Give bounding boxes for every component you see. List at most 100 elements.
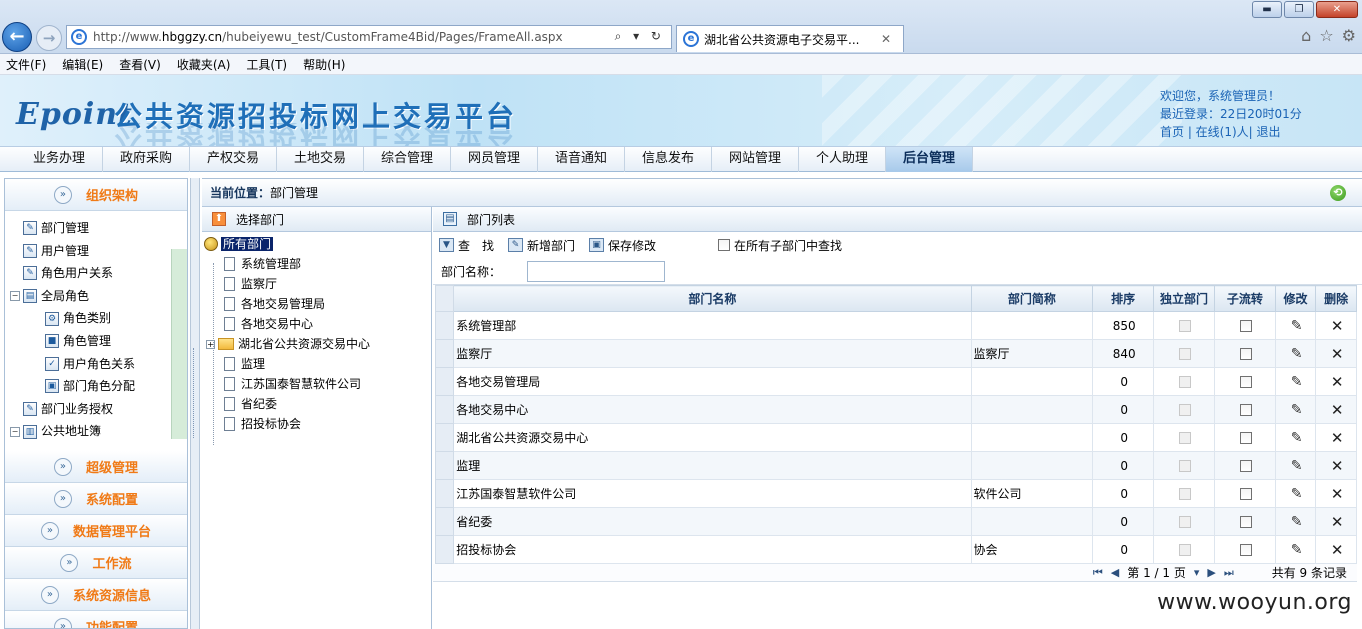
dept-tree-node[interactable]: 系统管理部 [202, 254, 431, 274]
dept-tree-root[interactable]: 所有部门 [202, 234, 431, 254]
dept-tree-node[interactable]: 监察厅 [202, 274, 431, 294]
delete-icon[interactable]: ✕ [1331, 541, 1344, 559]
nav-tab[interactable]: 业务办理 [16, 147, 103, 172]
edit-icon[interactable]: ✎ [1291, 318, 1303, 334]
accordion-header-org[interactable]: » 组织架构 [5, 179, 187, 211]
accordion-header[interactable]: » 工作流 [5, 547, 187, 579]
accordion-header[interactable]: » 系统资源信息 [5, 579, 187, 611]
table-row[interactable]: 监察厅 监察厅 840 ✎ ✕ [434, 339, 1357, 368]
collapse-node-icon[interactable]: − [10, 291, 20, 302]
col-header[interactable]: 修改 [1274, 285, 1317, 312]
nav-tab[interactable]: 产权交易 [190, 147, 277, 172]
table-row[interactable]: 江苏国泰智慧软件公司 软件公司 0 ✎ ✕ [434, 479, 1357, 508]
edit-icon[interactable]: ✎ [1291, 514, 1303, 530]
subflow-checkbox[interactable] [1239, 488, 1252, 500]
edit-icon[interactable]: ✎ [1291, 458, 1303, 474]
nav-tab[interactable]: 网站管理 [712, 147, 799, 172]
tree-item[interactable]: − ▤ 全局角色 [5, 285, 187, 308]
dept-tree-node[interactable]: 招投标协会 [202, 414, 431, 434]
dept-tree-node[interactable]: + 湖北省公共资源交易中心 [202, 334, 431, 354]
subflow-checkbox[interactable] [1239, 348, 1252, 360]
sidebar-splitter[interactable] [190, 178, 200, 629]
col-header[interactable]: 删除 [1315, 285, 1357, 312]
last-page-icon[interactable]: ⏭ [1224, 566, 1234, 580]
nav-tab[interactable]: 网员管理 [451, 147, 538, 172]
table-row[interactable]: 各地交易中心 0 ✎ ✕ [434, 395, 1357, 424]
tree-item[interactable]: ⚙ 角色类别 [5, 307, 187, 330]
delete-icon[interactable]: ✕ [1331, 345, 1344, 363]
table-row[interactable]: 各地交易管理局 0 ✎ ✕ [434, 367, 1357, 396]
save-changes-button[interactable]: ▣ 保存修改 [589, 237, 656, 254]
nav-tab[interactable]: 政府采购 [103, 147, 190, 172]
table-row[interactable]: 系统管理部 850 ✎ ✕ [434, 311, 1357, 340]
minimize-button[interactable]: ▬ [1252, 1, 1282, 18]
table-row[interactable]: 招投标协会 协会 0 ✎ ✕ [434, 535, 1357, 564]
tree-item[interactable]: ✎ 部门管理 [5, 217, 187, 240]
forward-button[interactable]: → [36, 25, 62, 51]
menu-tools[interactable]: 工具(T) [246, 56, 287, 73]
first-page-icon[interactable]: ⏮ [1093, 566, 1103, 580]
subflow-checkbox[interactable] [1239, 544, 1252, 556]
add-dept-button[interactable]: ✎ 新增部门 [508, 237, 575, 254]
maximize-button[interactable]: ❐ [1284, 1, 1314, 18]
subdept-checkbox[interactable] [718, 239, 731, 251]
splitter-grip[interactable] [193, 348, 197, 438]
tree-scrollbar[interactable] [171, 249, 187, 439]
edit-icon[interactable]: ✎ [1291, 346, 1303, 362]
edit-icon[interactable]: ✎ [1291, 430, 1303, 446]
favorites-icon[interactable]: ☆ [1319, 26, 1333, 45]
delete-icon[interactable]: ✕ [1331, 401, 1344, 419]
subdept-search-toggle[interactable]: 在所有子部门中查找 [718, 237, 842, 254]
delete-icon[interactable]: ✕ [1331, 457, 1344, 475]
accordion-header[interactable]: » 超级管理 [5, 451, 187, 483]
dept-name-input[interactable] [527, 260, 666, 282]
address-search-refresh-icons[interactable]: ⌕ ▾ ↻ [615, 29, 665, 44]
home-icon[interactable]: ⌂ [1301, 26, 1311, 45]
accordion-header[interactable]: » 数据管理平台 [5, 515, 187, 547]
col-header[interactable]: 排序 [1092, 285, 1155, 312]
address-url[interactable]: http://www.hbggzy.cn/hubeiyewu_test/Cust… [93, 30, 563, 44]
edit-icon[interactable]: ✎ [1291, 402, 1303, 418]
subflow-checkbox[interactable] [1239, 320, 1252, 332]
tree-item[interactable]: ✎ 角色用户关系 [5, 262, 187, 285]
tree-item[interactable]: ✎ 部门业务授权 [5, 398, 187, 421]
close-window-button[interactable]: ✕ [1316, 1, 1358, 18]
delete-icon[interactable]: ✕ [1331, 485, 1344, 503]
delete-icon[interactable]: ✕ [1331, 317, 1344, 335]
address-bar[interactable]: e http://www.hbggzy.cn/hubeiyewu_test/Cu… [66, 25, 672, 49]
col-header[interactable]: 部门简称 [970, 285, 1094, 312]
subflow-checkbox[interactable] [1239, 432, 1252, 444]
tree-item[interactable]: ■ 角色管理 [5, 330, 187, 353]
nav-tab[interactable]: 信息发布 [625, 147, 712, 172]
menu-favorites[interactable]: 收藏夹(A) [177, 56, 231, 73]
nav-tab[interactable]: 综合管理 [364, 147, 451, 172]
dept-tree-node[interactable]: 省纪委 [202, 394, 431, 414]
table-row[interactable]: 湖北省公共资源交易中心 0 ✎ ✕ [434, 423, 1357, 452]
dept-tree-node[interactable]: 监理 [202, 354, 431, 374]
nav-tab[interactable]: 个人助理 [799, 147, 886, 172]
nav-tab[interactable]: 语音通知 [538, 147, 625, 172]
menu-edit[interactable]: 编辑(E) [62, 56, 103, 73]
collapse-node-icon[interactable]: − [10, 426, 20, 437]
back-button[interactable]: ← [2, 22, 32, 52]
settings-icon[interactable]: ⚙ [1342, 26, 1356, 45]
nav-tab-active[interactable]: 后台管理 [886, 147, 973, 172]
tree-item[interactable]: ✎ 用户管理 [5, 240, 187, 263]
menu-view[interactable]: 查看(V) [119, 56, 161, 73]
edit-icon[interactable]: ✎ [1291, 486, 1303, 502]
nav-tab[interactable]: 土地交易 [277, 147, 364, 172]
subflow-checkbox[interactable] [1239, 516, 1252, 528]
accordion-header[interactable]: » 功能配置 [5, 611, 187, 628]
col-header[interactable]: 部门名称 [453, 285, 972, 312]
next-page-icon[interactable]: ▶ [1207, 566, 1215, 579]
tree-item[interactable]: − ▥ 公共地址簿 [5, 420, 187, 443]
dept-tree-node[interactable]: 各地交易中心 [202, 314, 431, 334]
delete-icon[interactable]: ✕ [1331, 373, 1344, 391]
edit-icon[interactable]: ✎ [1291, 542, 1303, 558]
table-row[interactable]: 监理 0 ✎ ✕ [434, 451, 1357, 480]
dept-tree-node[interactable]: 各地交易管理局 [202, 294, 431, 314]
header-links[interactable]: 首页 | 在线(1)人| 退出 [1160, 123, 1302, 141]
subflow-checkbox[interactable] [1239, 376, 1252, 388]
edit-icon[interactable]: ✎ [1291, 374, 1303, 390]
dept-tree-node[interactable]: 江苏国泰智慧软件公司 [202, 374, 431, 394]
